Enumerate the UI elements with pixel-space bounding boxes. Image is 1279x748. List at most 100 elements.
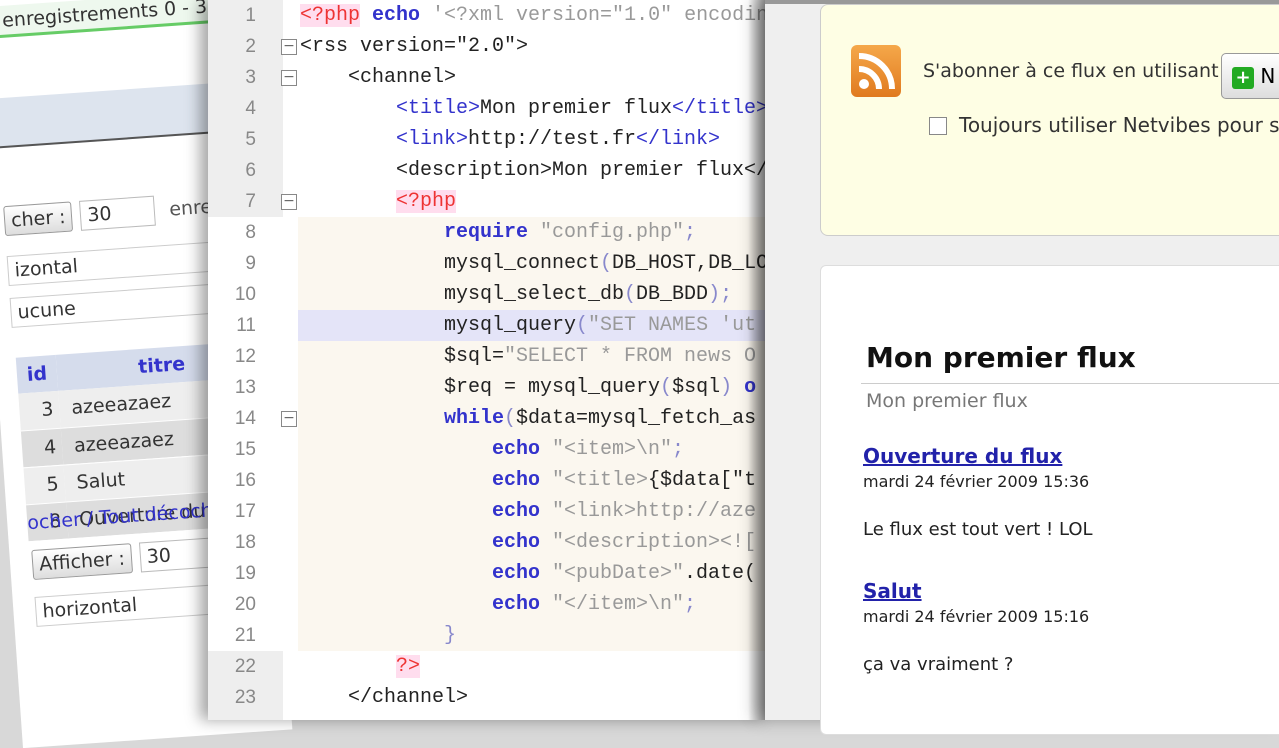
col-id[interactable]: id (15, 354, 59, 394)
code-token: Mon premier flux (480, 97, 673, 120)
line-number: 13 (234, 377, 256, 398)
code-line[interactable]: 23 </channel> (208, 682, 768, 713)
code-token: echo (492, 562, 541, 585)
code-line[interactable]: 6 <description>Mon premier flux</ (208, 155, 768, 186)
rows-input[interactable]: 30 (79, 195, 157, 231)
code-token: DB_BDD (636, 283, 709, 306)
code-token: ( (660, 376, 673, 399)
code-line[interactable]: 21} (208, 620, 768, 651)
code-line[interactable]: 9 mysql_connect(DB_HOST,DB_LO (208, 248, 768, 279)
code-line[interactable]: 8 require "config.php"; (208, 217, 768, 248)
code-token: <channel> (348, 66, 457, 89)
code-token: "</item>\n" (540, 593, 685, 616)
fold-toggle-icon[interactable]: − (281, 39, 297, 55)
code-line[interactable]: 5 <link>http://test.fr</link> (208, 124, 768, 155)
line-number: 15 (234, 439, 256, 460)
code-token: ) (720, 376, 745, 399)
cell-id: 3 (18, 390, 61, 431)
code-token: <title> (396, 97, 481, 120)
cell-id: 5 (23, 464, 66, 505)
line-number: 8 (245, 222, 256, 243)
code-text: mysql_connect(DB_HOST,DB_LO (300, 248, 768, 279)
rows-input-2[interactable]: 30 (138, 537, 216, 573)
code-text: <rss version="2.0"> (300, 31, 528, 62)
line-number: 12 (234, 346, 256, 367)
code-line[interactable]: 3 − <channel> (208, 62, 768, 93)
code-line[interactable]: 10 mysql_select_db(DB_BDD); (208, 279, 768, 310)
item-body: Le flux est tout vert ! LOL (863, 519, 1093, 540)
code-token: $sql= (444, 345, 505, 368)
line-number: 10 (234, 284, 256, 305)
code-line[interactable]: 11 mysql_query("SET NAMES 'ut (208, 310, 768, 341)
always-use-checkbox[interactable] (929, 117, 947, 135)
code-line[interactable]: 13 $req = mysql_query($sql) o (208, 372, 768, 403)
code-token: <rss version="2.0"> (300, 35, 529, 58)
code-line[interactable]: 20 echo "</item>\n"; (208, 589, 768, 620)
code-editor[interactable]: 1 <?php echo '<?xml version="1.0" encodin… (208, 0, 768, 720)
code-token: <link> (396, 128, 469, 151)
code-line[interactable]: 15 echo "<item>\n"; (208, 434, 768, 465)
code-token: ?> (396, 655, 421, 678)
code-token: require (444, 221, 529, 244)
code-text: $req = mysql_query($sql) o (300, 372, 756, 403)
code-token: echo (360, 4, 433, 27)
code-token: <?php (300, 4, 361, 27)
code-line[interactable]: 7 − <?php (208, 186, 768, 217)
code-token: <?php (396, 190, 457, 213)
code-token: mysql_query (444, 314, 577, 337)
code-token: '<?xml version="1.0" encodin (432, 4, 768, 27)
code-token: ( (576, 314, 589, 337)
line-number: 18 (234, 532, 256, 553)
item-title-link[interactable]: Ouverture du flux (863, 444, 1093, 468)
code-token: ; (672, 438, 685, 461)
code-token: "<description><![ (540, 531, 757, 554)
code-token: </link> (636, 128, 721, 151)
code-token: DB_HOST,DB_LO (612, 252, 768, 275)
show-button[interactable]: cher : (3, 201, 74, 237)
line-number: 11 (236, 315, 256, 336)
code-line[interactable]: 17 echo "<link>http://aze (208, 496, 768, 527)
code-text: echo "<item>\n"; (300, 434, 684, 465)
code-token: echo (492, 500, 541, 523)
code-text: <title>Mon premier flux</title> (300, 93, 768, 124)
rss-icon (851, 45, 901, 97)
code-token: .date( (684, 562, 757, 585)
code-token: mysql_select_db (444, 283, 625, 306)
code-line[interactable]: 14− while($data=mysql_fetch_as (208, 403, 768, 434)
code-token: ( (600, 252, 613, 275)
divider (861, 383, 1279, 384)
code-line[interactable]: 16 echo "<title>{$data["t (208, 465, 768, 496)
code-line[interactable]: 2 − <rss version="2.0"> (208, 31, 768, 62)
fold-toggle-icon[interactable]: − (281, 194, 297, 210)
code-text: echo "</item>\n"; (300, 589, 696, 620)
feed-preview-panel: S'abonner à ce flux en utilisant + N Tou… (765, 0, 1279, 735)
code-line[interactable]: 4 <title>Mon premier flux</title> (208, 93, 768, 124)
item-date: mardi 24 février 2009 15:16 (863, 607, 1090, 626)
code-token: $req = mysql_query (444, 376, 661, 399)
code-line[interactable]: 18 echo "<description><![ (208, 527, 768, 558)
code-token: echo (492, 531, 541, 554)
fold-toggle-icon[interactable]: − (281, 70, 297, 86)
fold-toggle-icon[interactable]: − (281, 411, 297, 427)
code-line[interactable]: 12 $sql="SELECT * FROM news O (208, 341, 768, 372)
subscribe-text: S'abonner à ce flux en utilisant (923, 60, 1219, 82)
code-token: echo (492, 438, 541, 461)
code-line[interactable]: 19 echo "<pubDate>".date( (208, 558, 768, 589)
feed-item: Ouverture du flux mardi 24 février 2009 … (863, 444, 1093, 540)
line-number: 21 (234, 625, 256, 646)
subscribe-box: S'abonner à ce flux en utilisant + N Tou… (820, 4, 1279, 236)
item-title-link[interactable]: Salut (863, 579, 1089, 603)
code-token: "<link>http://aze (540, 500, 757, 523)
line-number: 23 (234, 687, 256, 708)
line-number: 20 (234, 594, 256, 615)
subscribe-service-button[interactable]: + N (1221, 53, 1279, 99)
code-line[interactable]: 1 <?php echo '<?xml version="1.0" encodin (208, 0, 768, 31)
code-line[interactable]: 22 ?> (208, 651, 768, 682)
code-token: http://test.fr (468, 128, 637, 151)
code-token: "<pubDate>" (540, 562, 685, 585)
show-button-2[interactable]: Afficher : (31, 543, 133, 581)
code-token: "<title> (540, 469, 649, 492)
code-token: "config.php" (528, 221, 685, 244)
code-token: ; (684, 593, 697, 616)
plus-icon: + (1232, 66, 1254, 89)
